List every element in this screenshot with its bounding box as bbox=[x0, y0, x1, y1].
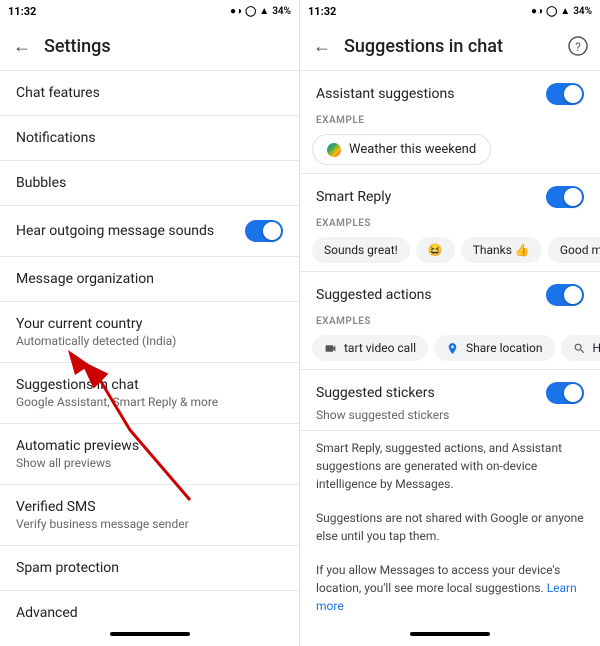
sidebar-item-auto-preview[interactable]: Automatic previews Show all previews bbox=[0, 424, 299, 484]
status-icons-left: ●◑ ◯ ▲ 34% bbox=[230, 6, 291, 17]
svg-text:?: ? bbox=[575, 40, 581, 54]
suggested-stickers-title: Suggested stickers bbox=[316, 385, 435, 401]
assistant-dot bbox=[327, 143, 341, 157]
assistant-title: Assistant suggestions bbox=[316, 86, 454, 102]
sidebar-item-advanced[interactable]: Advanced bbox=[0, 591, 299, 626]
suggested-actions-label: EXAMPLES bbox=[300, 310, 600, 331]
right-settings-list: Assistant suggestions EXAMPLE Weather th… bbox=[300, 71, 600, 626]
learn-more-link[interactable]: Learn more bbox=[316, 581, 577, 613]
status-bar-left: 11:32 ●◑ ◯ ▲ 34% bbox=[0, 0, 299, 22]
sidebar-item-message-org[interactable]: Message organization bbox=[0, 257, 299, 301]
smart-reply-toggle[interactable] bbox=[546, 186, 584, 208]
item-title: Spam protection bbox=[16, 560, 283, 576]
smart-reply-row[interactable]: Smart Reply bbox=[300, 174, 600, 212]
suggested-actions-examples: tart video call Share location Haha GIFs bbox=[300, 331, 600, 369]
toolbar-right: ← Suggestions in chat ? bbox=[300, 22, 600, 70]
item-subtitle: Show all previews bbox=[16, 456, 283, 470]
item-title: Your current country bbox=[16, 316, 283, 332]
chip-goodmorn: Good morn bbox=[548, 237, 600, 263]
chip-thanks: Thanks 👍 bbox=[461, 237, 542, 263]
item-subtitle: Automatically detected (India) bbox=[16, 334, 283, 348]
item-subtitle: Verify business message sender bbox=[16, 517, 283, 531]
status-bar-right: 11:32 ●◑ ◯ ▲ 34% bbox=[300, 0, 600, 22]
sidebar-item-spam[interactable]: Spam protection bbox=[0, 546, 299, 590]
status-icons-right: ●◑ ◯ ▲ 34% bbox=[531, 6, 592, 17]
suggested-actions-title: Suggested actions bbox=[316, 287, 432, 303]
assistant-suggestions-row[interactable]: Assistant suggestions bbox=[300, 71, 600, 109]
suggested-stickers-toggle[interactable] bbox=[546, 382, 584, 404]
suggested-actions-toggle[interactable] bbox=[546, 284, 584, 306]
time-right: 11:32 bbox=[308, 5, 336, 18]
suggested-stickers-row[interactable]: Suggested stickers bbox=[300, 370, 600, 408]
item-title: Notifications bbox=[16, 130, 283, 146]
sidebar-item-suggestions[interactable]: Suggestions in chat Google Assistant, Sm… bbox=[0, 363, 299, 423]
chip-sounds: Sounds great! bbox=[312, 237, 410, 263]
bottom-bar-right bbox=[300, 626, 600, 646]
item-title: Message organization bbox=[16, 271, 283, 287]
item-title: Hear outgoing message sounds bbox=[16, 223, 214, 239]
info-block-3: If you allow Messages to access your dev… bbox=[300, 553, 600, 623]
item-title: Bubbles bbox=[16, 175, 283, 191]
suggested-actions-row[interactable]: Suggested actions bbox=[300, 272, 600, 310]
bottom-bar-left bbox=[0, 626, 299, 646]
info-block-2: Suggestions are not shared with Google o… bbox=[300, 501, 600, 553]
info-block-1: Smart Reply, suggested actions, and Assi… bbox=[300, 431, 600, 501]
sounds-toggle[interactable] bbox=[245, 220, 283, 242]
sidebar-item-bubbles[interactable]: Bubbles bbox=[0, 161, 299, 205]
item-title: Chat features bbox=[16, 85, 283, 101]
item-subtitle: Google Assistant, Smart Reply & more bbox=[16, 395, 283, 409]
toolbar-left: ← Settings bbox=[0, 22, 299, 70]
back-button-left[interactable]: ← bbox=[8, 32, 36, 60]
back-button-right[interactable]: ← bbox=[308, 32, 336, 60]
chip-video: tart video call bbox=[312, 335, 428, 361]
stickers-description: Show suggested stickers bbox=[300, 408, 600, 430]
time-left: 11:32 bbox=[8, 5, 36, 18]
sidebar-item-hear-sounds[interactable]: Hear outgoing message sounds bbox=[0, 206, 299, 256]
smart-reply-title: Smart Reply bbox=[316, 189, 391, 205]
home-indicator-right bbox=[410, 632, 490, 636]
home-indicator-left bbox=[110, 632, 190, 636]
assistant-chip: Weather this weekend bbox=[312, 134, 491, 165]
assistant-label: EXAMPLE bbox=[300, 109, 600, 130]
item-title: Verified SMS bbox=[16, 499, 283, 515]
assistant-examples: Weather this weekend bbox=[300, 130, 600, 173]
assistant-toggle[interactable] bbox=[546, 83, 584, 105]
page-title-left: Settings bbox=[44, 36, 291, 57]
page-title-right: Suggestions in chat bbox=[344, 36, 556, 57]
smart-reply-examples: Sounds great! 😆 Thanks 👍 Good morn bbox=[300, 233, 600, 271]
sidebar-item-country[interactable]: Your current country Automatically detec… bbox=[0, 302, 299, 362]
chip-location: Share location bbox=[434, 335, 554, 361]
sidebar-item-chat-features[interactable]: Chat features bbox=[0, 71, 299, 115]
chip-emoji: 😆 bbox=[416, 237, 455, 263]
sidebar-item-notifications[interactable]: Notifications bbox=[0, 116, 299, 160]
item-title: Automatic previews bbox=[16, 438, 283, 454]
smart-reply-label: EXAMPLES bbox=[300, 212, 600, 233]
help-icon[interactable]: ? bbox=[564, 32, 592, 60]
settings-list: Chat features Notifications Bubbles Hear… bbox=[0, 71, 299, 626]
item-title: Advanced bbox=[16, 605, 283, 621]
item-title: Suggestions in chat bbox=[16, 377, 283, 393]
sidebar-item-verified-sms[interactable]: Verified SMS Verify business message sen… bbox=[0, 485, 299, 545]
chip-gifs: Haha GIFs bbox=[561, 335, 600, 361]
